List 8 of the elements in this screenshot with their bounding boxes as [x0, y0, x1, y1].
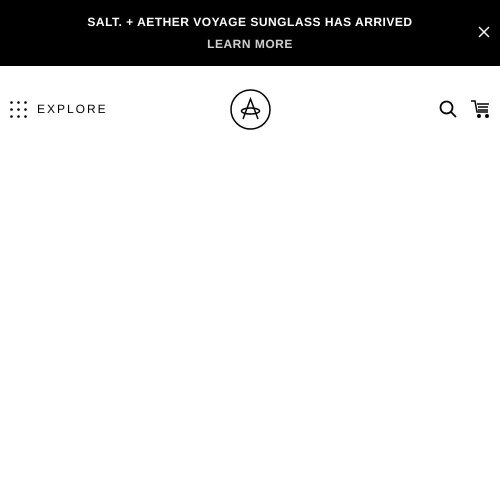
- cart-icon[interactable]: [471, 100, 490, 118]
- announcement-text: SALT. + AETHER VOYAGE SUNGLASS HAS ARRIVED: [87, 14, 413, 31]
- explore-button[interactable]: EXPLORE: [10, 100, 130, 118]
- close-icon[interactable]: [478, 26, 490, 38]
- learn-more-link[interactable]: LEARN MORE: [207, 35, 293, 53]
- grid-icon: [10, 100, 27, 118]
- search-icon[interactable]: [439, 100, 457, 118]
- logo-icon[interactable]: [230, 88, 270, 130]
